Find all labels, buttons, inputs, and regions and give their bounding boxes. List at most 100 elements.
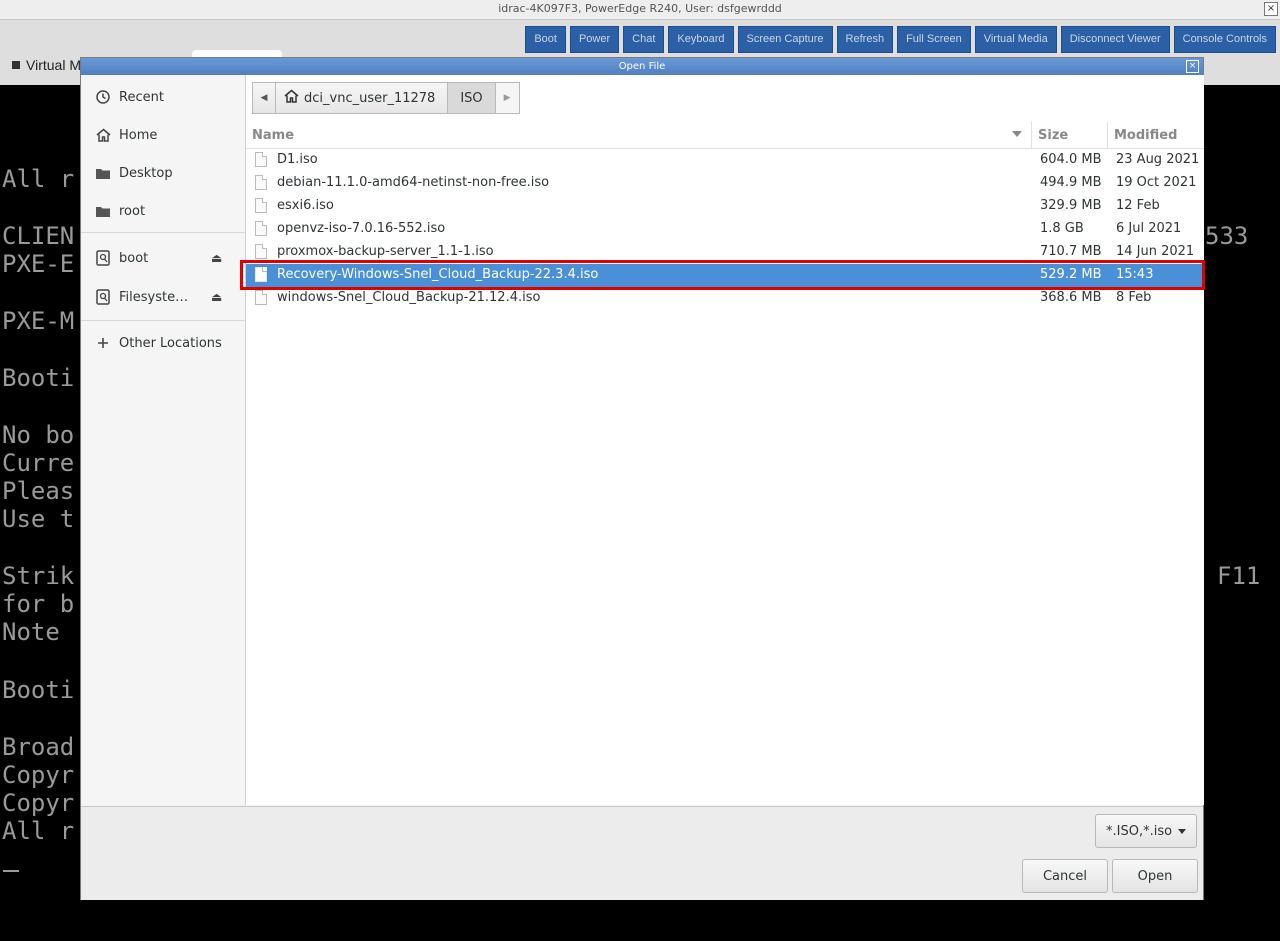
file-modified: 15:43	[1116, 267, 1154, 282]
keyboard-button[interactable]: Keyboard	[668, 26, 734, 53]
sidebar-item-label: Other Locations	[119, 335, 222, 351]
column-divider	[1031, 122, 1032, 148]
open-button[interactable]: Open	[1112, 859, 1198, 893]
boot-button[interactable]: Boot	[525, 26, 566, 53]
sort-descending-icon[interactable]	[1012, 131, 1022, 137]
screen-capture-button[interactable]: Screen Capture	[737, 26, 833, 53]
sidebar-item-other-locations[interactable]: Other Locations	[95, 332, 222, 354]
file-list-header: Name Size Modified	[246, 122, 1204, 149]
path-segment-iso[interactable]: ISO	[448, 82, 496, 114]
path-back-button[interactable]: ◀	[252, 82, 276, 114]
chat-button[interactable]: Chat	[623, 26, 665, 53]
file-name: proxmox-backup-server_1.1-1.iso	[277, 244, 494, 259]
file-icon	[255, 244, 267, 259]
column-name-header[interactable]: Name	[252, 128, 294, 143]
file-row[interactable]: debian-11.1.0-amd64-netinst-non-free.iso…	[246, 172, 1204, 195]
file-size: 368.6 MB	[1040, 290, 1102, 305]
window-close-button[interactable]: ×	[1264, 2, 1278, 16]
console-controls-button[interactable]: Console Controls	[1173, 26, 1276, 53]
file-modified: 14 Jun 2021	[1116, 244, 1195, 259]
file-row[interactable]: esxi6.iso 329.9 MB 12 Feb	[246, 195, 1204, 218]
file-icon	[255, 198, 267, 213]
file-icon	[255, 175, 267, 190]
window-titlebar: idrac-4K097F3, PowerEdge R240, User: dsf…	[0, 0, 1280, 20]
sidebar-item-home[interactable]: Home	[95, 124, 157, 146]
file-row[interactable]: D1.iso 604.0 MB 23 Aug 2021	[246, 149, 1204, 172]
disconnect-viewer-button[interactable]: Disconnect Viewer	[1060, 26, 1170, 53]
file-name: windows-Snel_Cloud_Backup-21.12.4.iso	[277, 290, 541, 305]
chevron-down-icon	[1178, 828, 1187, 834]
file-browser: ◀ dci_vnc_user_11278 ISO ▶ Name Size Mod…	[246, 75, 1204, 805]
sidebar-item-boot[interactable]: boot ⏏	[95, 247, 235, 269]
file-name: D1.iso	[277, 152, 318, 167]
power-button[interactable]: Power	[569, 26, 620, 53]
sidebar-divider	[81, 232, 245, 233]
console-cursor	[3, 870, 19, 872]
sidebar-item-label: root	[119, 203, 146, 219]
cancel-button[interactable]: Cancel	[1022, 859, 1108, 893]
path-forward-button[interactable]: ▶	[495, 82, 520, 114]
window-title: idrac-4K097F3, PowerEdge R240, User: dsf…	[498, 2, 782, 15]
places-sidebar: Recent Home Desktop root boot ⏏ Filesyst…	[81, 75, 246, 805]
sidebar-item-label: Desktop	[119, 165, 173, 181]
refresh-button[interactable]: Refresh	[836, 26, 894, 53]
dialog-close-button[interactable]: ×	[1186, 60, 1199, 73]
sidebar-item-label: Filesyste…	[119, 289, 189, 305]
sidebar-item-root[interactable]: root	[95, 200, 145, 222]
sidebar-item-recent[interactable]: Recent	[95, 86, 164, 108]
full-screen-button[interactable]: Full Screen	[897, 26, 971, 53]
console-line: Use t	[2, 505, 75, 533]
file-size: 1.8 GB	[1040, 221, 1084, 236]
console-line: PXE-E	[2, 250, 75, 278]
file-name: Recovery-Windows-Snel_Cloud_Backup-22.3.…	[277, 267, 599, 282]
sidebar-divider	[81, 320, 245, 321]
sidebar-item-label: Recent	[119, 89, 164, 105]
console-line: All r	[2, 817, 75, 845]
file-row[interactable]: windows-Snel_Cloud_Backup-21.12.4.iso 36…	[246, 287, 1204, 310]
virtual-media-tab[interactable]: Virtual M	[12, 57, 81, 73]
file-row-selected[interactable]: Recovery-Windows-Snel_Cloud_Backup-22.3.…	[246, 264, 1204, 287]
console-line: Curre	[2, 449, 75, 477]
folder-icon	[95, 165, 111, 181]
file-name: debian-11.1.0-amd64-netinst-non-free.iso	[277, 175, 550, 190]
console-line: All r	[2, 165, 75, 193]
sidebar-item-label: Home	[119, 127, 158, 143]
file-size: 494.9 MB	[1040, 175, 1102, 190]
drive-icon	[95, 250, 111, 266]
file-row[interactable]: proxmox-backup-server_1.1-1.iso 710.7 MB…	[246, 241, 1204, 264]
sidebar-item-desktop[interactable]: Desktop	[95, 162, 173, 184]
clock-icon	[95, 89, 111, 105]
file-size: 329.9 MB	[1040, 198, 1102, 213]
eject-icon[interactable]: ⏏	[211, 290, 222, 304]
console-line: Pleas	[2, 477, 75, 505]
dialog-footer: *.ISO,*.iso Cancel Open	[81, 806, 1203, 900]
column-size-header[interactable]: Size	[1038, 128, 1068, 143]
path-segment-home[interactable]: dci_vnc_user_11278	[276, 82, 449, 114]
virtual-media-button[interactable]: Virtual Media	[974, 26, 1057, 53]
file-modified: 8 Feb	[1116, 290, 1152, 305]
dialog-title: Open File	[618, 61, 666, 72]
sidebar-item-label: boot	[119, 250, 149, 266]
file-icon	[255, 267, 267, 282]
viewer-toolbar: Boot Power Chat Keyboard Screen Capture …	[525, 26, 1276, 53]
path-segment-label: dci_vnc_user_11278	[304, 90, 436, 106]
dialog-titlebar: Open File ×	[81, 58, 1203, 75]
sidebar-item-filesystem[interactable]: Filesyste… ⏏	[95, 286, 235, 308]
file-type-filter[interactable]: *.ISO,*.iso	[1095, 814, 1198, 848]
plus-icon	[95, 335, 111, 351]
file-modified: 23 Aug 2021	[1116, 152, 1200, 167]
console-line: Copyr	[2, 761, 75, 789]
file-icon	[255, 290, 267, 305]
file-size: 529.2 MB	[1040, 267, 1102, 282]
console-line: Copyr	[2, 789, 75, 817]
column-divider	[1107, 122, 1108, 148]
column-modified-header[interactable]: Modified	[1114, 128, 1177, 143]
console-line: Strik	[2, 562, 75, 590]
file-row[interactable]: openvz-iso-7.0.16-552.iso 1.8 GB 6 Jul 2…	[246, 218, 1204, 241]
file-icon	[255, 221, 267, 236]
console-line: Broad	[2, 733, 75, 761]
console-line: CLIEN	[2, 222, 75, 250]
file-modified: 19 Oct 2021	[1116, 175, 1197, 190]
eject-icon[interactable]: ⏏	[211, 251, 222, 265]
file-type-filter-label: *.ISO,*.iso	[1106, 823, 1173, 839]
